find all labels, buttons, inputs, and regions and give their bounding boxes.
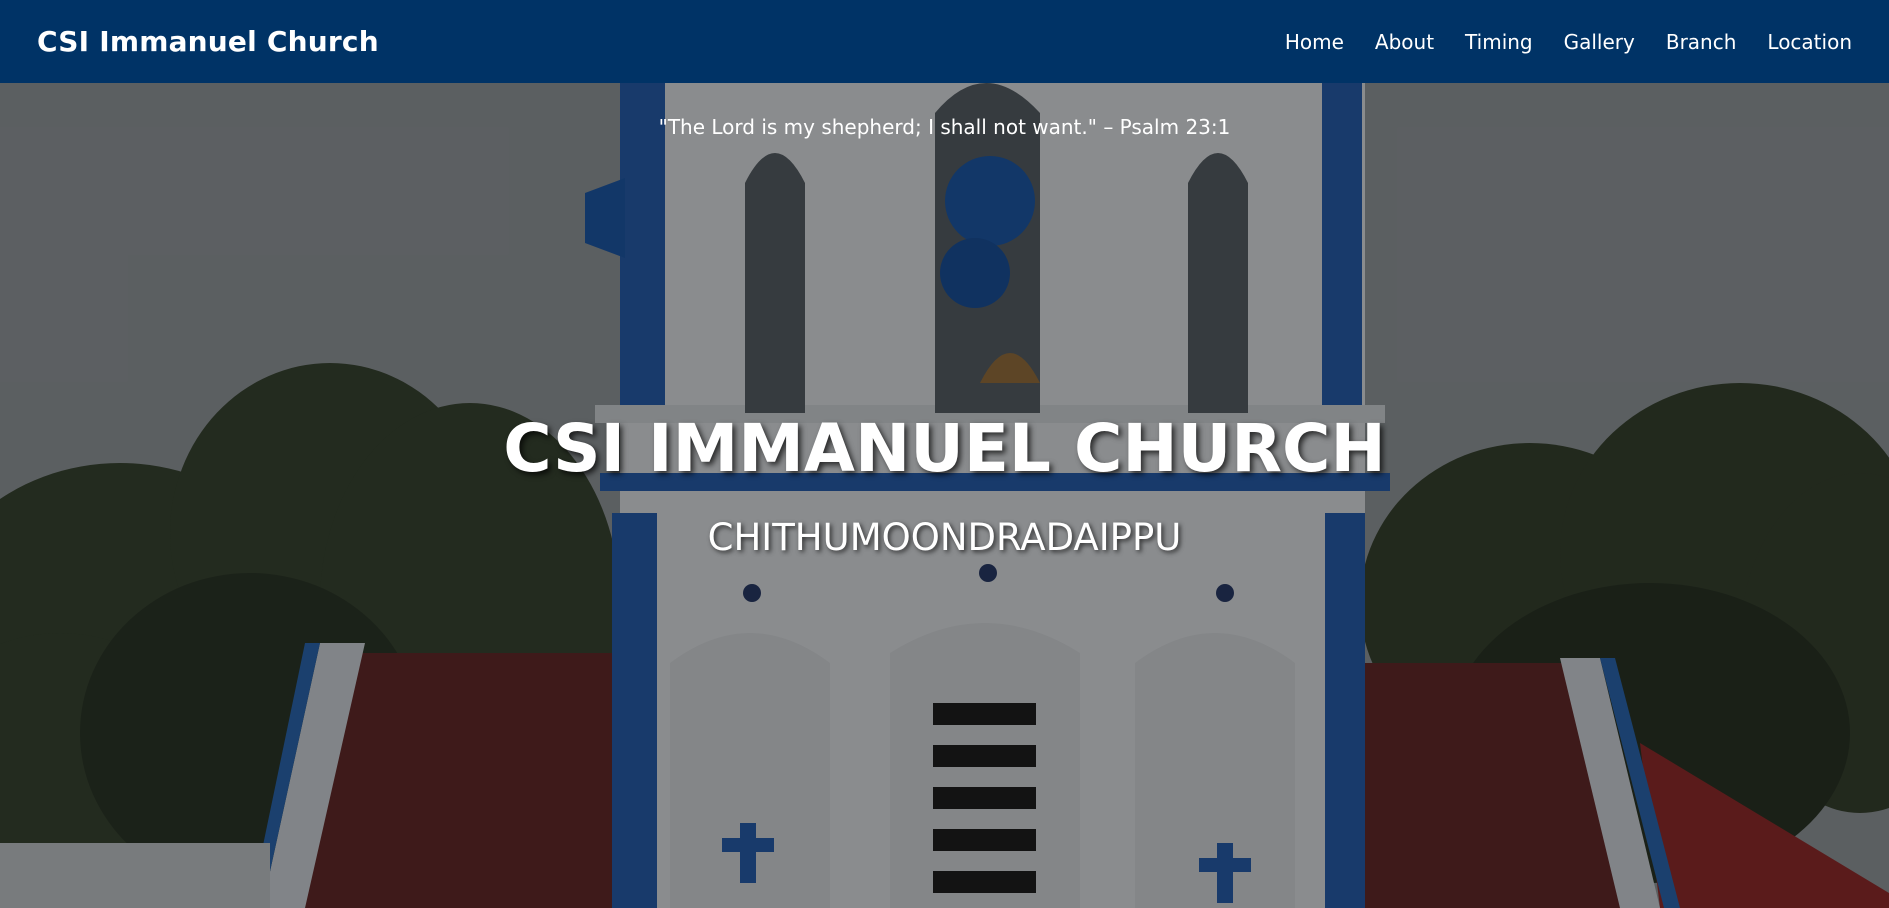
nav-link-timing[interactable]: Timing <box>1465 30 1533 54</box>
nav-link-location[interactable]: Location <box>1767 30 1852 54</box>
hero-title: CSI IMMANUEL CHURCH <box>503 410 1386 487</box>
hero-section: "The Lord is my shepherd; I shall not wa… <box>0 83 1889 908</box>
nav-link-home[interactable]: Home <box>1285 30 1344 54</box>
nav-link-branch[interactable]: Branch <box>1666 30 1737 54</box>
hero-verse: "The Lord is my shepherd; I shall not wa… <box>658 115 1231 139</box>
nav-link-gallery[interactable]: Gallery <box>1564 30 1635 54</box>
hero-subtitle: CHITHUMOONDRADAIPPU <box>707 516 1182 559</box>
nav-links: Home About Timing Gallery Branch Locatio… <box>1285 30 1852 54</box>
site-brand[interactable]: CSI Immanuel Church <box>37 25 379 58</box>
hero-dark-overlay <box>0 83 1889 908</box>
nav-link-about[interactable]: About <box>1375 30 1434 54</box>
top-navbar: CSI Immanuel Church Home About Timing Ga… <box>0 0 1889 83</box>
